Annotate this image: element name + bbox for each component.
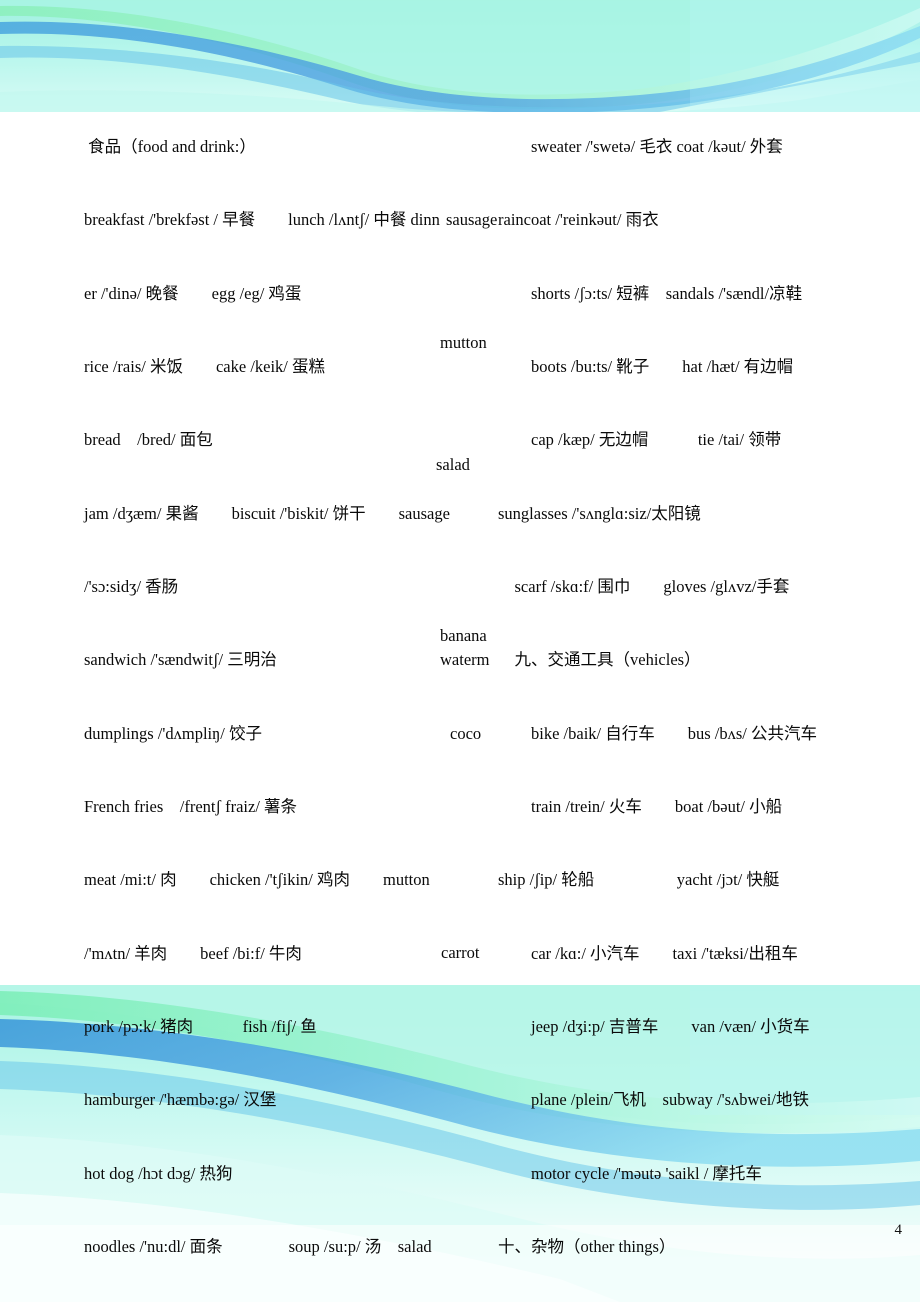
vocab-line: /'sɔ:sidʒ/ 香肠 — [84, 576, 179, 596]
vocab-line: 食品（food and drink:） — [84, 136, 256, 156]
right-text-column: sweater /'swetə/ 毛衣 coat /kəut/ 外套 rainc… — [498, 86, 918, 1302]
vocab-line: noodles /'nu:dl/ 面条 soup /su:p/ 汤 salad — [84, 1237, 432, 1257]
page-number: 4 — [894, 1222, 903, 1238]
vocab-line: train /trein/ 火车 boat /bəut/ 小船 — [498, 797, 783, 816]
overlap-fragment-mutton: mutton — [440, 333, 487, 352]
overlap-fragment-sausage: sausage — [446, 210, 498, 229]
overlap-fragment-salad: salad — [436, 455, 470, 474]
vocab-line: shorts /ʃɔ:ts/ 短裤 sandals /'sændl/凉鞋 — [498, 283, 803, 303]
vocab-line: meat /mi:t/ 肉 chicken /'tʃikin/ 鸡肉 mutto… — [84, 870, 430, 890]
overlap-fragment-banana: banana — [440, 626, 487, 645]
vocab-line: raincoat /'reinkəut/ 雨衣 — [498, 210, 659, 230]
vocab-line: motor cycle /'məutə 'saikl / 摩托车 — [498, 1163, 762, 1183]
vocab-line: pork /pɔ:k/ 猪肉 fish /fiʃ/ 鱼 — [84, 1017, 317, 1037]
section-heading-other-things: 十、杂物（other things） — [498, 1237, 676, 1257]
vocab-line: hamburger /'hæmbə:gə/ 汉堡 — [84, 1090, 277, 1110]
vocab-line: dumplings /'dʌmpliŋ/ 饺子 — [84, 723, 262, 743]
vocab-line: er /'dinə/ 晚餐 egg /eg/ 鸡蛋 — [84, 283, 302, 303]
vocab-line: car /kɑ:/ 小汽车 taxi /'tæksi/出租车 — [498, 943, 798, 963]
vocab-line: cap /kæp/ 无边帽 tie /tai/ 领带 — [498, 430, 782, 450]
vocab-line: boots /bu:ts/ 靴子 hat /hæt/ 有边帽 — [498, 356, 794, 376]
vocab-line: breakfast /'brekfəst / 早餐 lunch /lʌntʃ/ … — [84, 210, 440, 230]
vocab-line: jam /dʒæm/ 果酱 biscuit /'biskit/ 饼干 sausa… — [84, 503, 450, 523]
vocab-line: bread /bred/ 面包 — [84, 430, 213, 450]
vocab-line: hot dog /hɔt dɔg/ 热狗 — [84, 1163, 233, 1183]
vocab-line: rice /rais/ 米饭 cake /keik/ 蛋糕 — [84, 356, 326, 376]
vocab-line: plane /plein/飞机 subway /'sʌbwei/地铁 — [498, 1090, 809, 1110]
overlap-fragment-watermelon: waterm — [440, 650, 490, 669]
vocab-line: bike /baik/ 自行车 bus /bʌs/ 公共汽车 — [498, 723, 817, 743]
vocab-line: jeep /dʒi:p/ 吉普车 van /væn/ 小货车 — [498, 1017, 810, 1037]
vocab-line: scarf /skɑ:f/ 围巾 gloves /glʌvz/手套 — [498, 576, 790, 596]
overlap-fragment-carrot: carrot — [441, 943, 480, 962]
vocab-line: sunglasses /'sʌnglɑ:siz/太阳镜 — [498, 503, 701, 523]
left-text-column: 食品（food and drink:） breakfast /'brekfəst… — [84, 86, 504, 1302]
vocab-line: French fries /frentʃ fraiz/ 薯条 — [84, 797, 298, 816]
vocab-line: sweater /'swetə/ 毛衣 coat /kəut/ 外套 — [498, 136, 783, 156]
document-page: 食品（food and drink:） breakfast /'brekfəst… — [0, 0, 920, 1302]
overlap-fragment-coconut: coco — [450, 724, 482, 743]
section-heading-vehicles: 九、交通工具（vehicles） — [498, 650, 701, 670]
vocab-line: ship /ʃip/ 轮船 yacht /jɔt/ 快艇 — [498, 870, 780, 890]
